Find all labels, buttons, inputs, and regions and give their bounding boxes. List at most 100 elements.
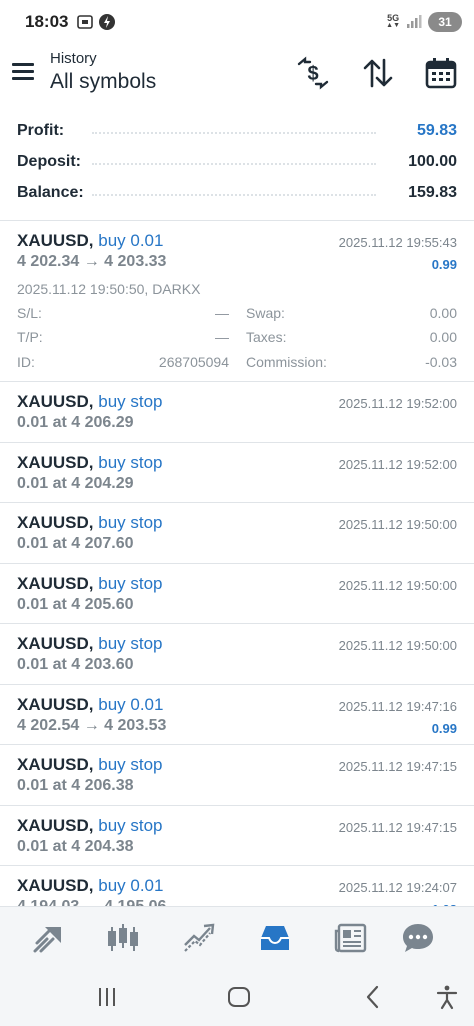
list-item[interactable]: XAUUSD, buy 0.01 4 202.54 → 4 203.53 202… bbox=[0, 685, 474, 745]
trade-icon[interactable] bbox=[182, 921, 216, 955]
deal-type: buy stop bbox=[98, 453, 163, 472]
swap-value: 0.00 bbox=[429, 305, 457, 321]
deal-prices: 0.01 at 4 206.29 bbox=[17, 414, 134, 431]
list-item[interactable]: XAUUSD, buy stop 0.01 at 4 205.60 2025.1… bbox=[0, 564, 474, 624]
deal-type: buy stop bbox=[98, 392, 163, 411]
status-bar: 18:03 5G ▲▼ 31 bbox=[0, 0, 474, 44]
profit-row: Profit: 59.83 bbox=[0, 114, 474, 145]
deposit-row: Deposit: 100.00 bbox=[0, 145, 474, 176]
chart-icon[interactable] bbox=[106, 921, 140, 955]
profit-label: Profit: bbox=[17, 122, 65, 139]
deal-symbol: XAUUSD, buy 0.01 bbox=[17, 231, 164, 250]
recents-icon[interactable] bbox=[94, 984, 120, 1010]
deal-symbol: XAUUSD, buy stop bbox=[17, 634, 163, 653]
deal-type: buy stop bbox=[98, 574, 163, 593]
deal-symbol: XAUUSD, buy stop bbox=[17, 392, 163, 411]
currency-exchange-icon[interactable]: $ bbox=[296, 56, 330, 90]
balance-value: 159.83 bbox=[408, 184, 457, 201]
deal-type: buy stop bbox=[98, 755, 163, 774]
commission-value: -0.03 bbox=[425, 354, 457, 370]
home-icon[interactable] bbox=[226, 984, 252, 1010]
battery-indicator: 31 bbox=[428, 12, 462, 32]
list-item[interactable]: XAUUSD, buy stop 0.01 at 4 206.38 2025.1… bbox=[0, 745, 474, 806]
back-icon[interactable] bbox=[360, 984, 386, 1010]
deal-symbol: XAUUSD, buy stop bbox=[17, 513, 163, 532]
deal-prices: 0.01 at 4 207.60 bbox=[17, 535, 134, 552]
sl-value: — bbox=[215, 305, 229, 321]
dotted-leader bbox=[92, 163, 376, 165]
deal-time: 2025.11.12 19:52:00 bbox=[338, 457, 457, 472]
deal-type: buy 0.01 bbox=[98, 231, 164, 250]
deal-symbol: XAUUSD, buy stop bbox=[17, 574, 163, 593]
sl-label: S/L: bbox=[17, 305, 42, 321]
deposit-value: 100.00 bbox=[408, 153, 457, 170]
signal-icon bbox=[407, 15, 422, 28]
deal-time: 2025.11.12 19:47:15 bbox=[338, 820, 457, 835]
deal-prices: 0.01 at 4 204.29 bbox=[17, 475, 134, 492]
deal-time: 2025.11.12 19:50:00 bbox=[338, 578, 457, 593]
deal-type: buy stop bbox=[98, 816, 163, 835]
list-item[interactable]: XAUUSD, buy stop 0.01 at 4 204.38 2025.1… bbox=[0, 806, 474, 866]
swap-label: Swap: bbox=[246, 305, 285, 321]
sort-icon[interactable] bbox=[361, 56, 395, 90]
list-item[interactable]: XAUUSD, buy stop 0.01 at 4 203.60 2025.1… bbox=[0, 624, 474, 685]
deal-prices: 0.01 at 4 205.60 bbox=[17, 596, 134, 613]
deal-prices: 0.01 at 4 206.38 bbox=[17, 777, 134, 794]
deal-time: 2025.11.12 19:50:00 bbox=[338, 638, 457, 653]
svg-text:$: $ bbox=[307, 63, 318, 85]
taxes-label: Taxes: bbox=[246, 329, 287, 345]
accessibility-icon[interactable] bbox=[434, 984, 460, 1010]
toolbar: History All symbols $ bbox=[0, 44, 474, 104]
id-label: ID: bbox=[17, 354, 35, 370]
network-type: 5G bbox=[387, 13, 400, 23]
profit-value: 59.83 bbox=[416, 122, 457, 139]
deal-prices: 4 202.34 → 4 203.33 bbox=[17, 253, 167, 270]
calendar-icon[interactable] bbox=[424, 56, 458, 90]
bottom-navigation bbox=[0, 906, 474, 968]
id-value: 268705094 bbox=[158, 354, 229, 370]
deal-time: 2025.11.12 19:52:00 bbox=[338, 396, 457, 411]
toolbar-subtitle: History bbox=[50, 50, 97, 67]
deal-type: buy stop bbox=[98, 513, 163, 532]
menu-icon[interactable] bbox=[12, 59, 38, 85]
list-item[interactable]: XAUUSD, buy stop 0.01 at 4 207.60 2025.1… bbox=[0, 503, 474, 564]
deal-time: 2025.11.12 19:50:00 bbox=[338, 517, 457, 532]
data-saver-icon bbox=[99, 14, 115, 30]
tp-value: — bbox=[215, 329, 229, 345]
deal-type: buy stop bbox=[98, 634, 163, 653]
network-indicator: 5G ▲▼ bbox=[386, 13, 400, 30]
deal-type: buy 0.01 bbox=[98, 876, 164, 895]
history-icon[interactable] bbox=[258, 921, 292, 955]
toolbar-title[interactable]: All symbols bbox=[50, 70, 156, 94]
deal-time: 2025.11.12 19:47:15 bbox=[338, 759, 457, 774]
dotted-leader bbox=[92, 132, 376, 134]
deal-symbol: XAUUSD, buy stop bbox=[17, 755, 163, 774]
tp-label: T/P: bbox=[17, 329, 43, 345]
dotted-leader bbox=[92, 194, 376, 196]
deal-time: 2025.11.12 19:24:07 bbox=[338, 880, 457, 895]
quotes-icon[interactable] bbox=[31, 921, 65, 955]
details-row: ID: 268705094 Commission: -0.03 bbox=[0, 354, 474, 376]
news-icon[interactable] bbox=[334, 921, 368, 955]
deal-type: buy 0.01 bbox=[98, 695, 164, 714]
deal-time: 2025.11.12 19:47:16 bbox=[338, 699, 457, 714]
deal-prices: 0.01 at 4 203.60 bbox=[17, 656, 134, 673]
chat-icon[interactable] bbox=[401, 921, 435, 955]
deal-prices: 4 202.54 → 4 203.53 bbox=[17, 717, 167, 734]
deal-prices: 0.01 at 4 204.38 bbox=[17, 838, 134, 855]
deal-time: 2025.11.12 19:55:43 bbox=[338, 235, 457, 250]
taxes-value: 0.00 bbox=[429, 329, 457, 345]
deal-symbol: XAUUSD, buy stop bbox=[17, 453, 163, 472]
balance-label: Balance: bbox=[17, 184, 84, 201]
list-item[interactable]: XAUUSD, buy stop 0.01 at 4 204.29 2025.1… bbox=[0, 443, 474, 503]
list-item[interactable]: XAUUSD, buy stop 0.01 at 4 206.29 2025.1… bbox=[0, 382, 474, 443]
deal-open-info: 2025.11.12 19:50:50, DARKX bbox=[17, 281, 201, 297]
deal-symbol: XAUUSD, buy stop bbox=[17, 816, 163, 835]
status-right: 5G ▲▼ 31 bbox=[386, 11, 462, 33]
commission-label: Commission: bbox=[246, 354, 327, 370]
details-row: S/L: — Swap: 0.00 bbox=[0, 305, 474, 327]
balance-row: Balance: 159.83 bbox=[0, 176, 474, 207]
system-navigation bbox=[0, 968, 474, 1026]
deal-profit: 0.99 bbox=[431, 257, 457, 272]
deal-item-expanded[interactable]: XAUUSD, buy 0.01 4 202.34 → 4 203.33 202… bbox=[0, 221, 474, 382]
